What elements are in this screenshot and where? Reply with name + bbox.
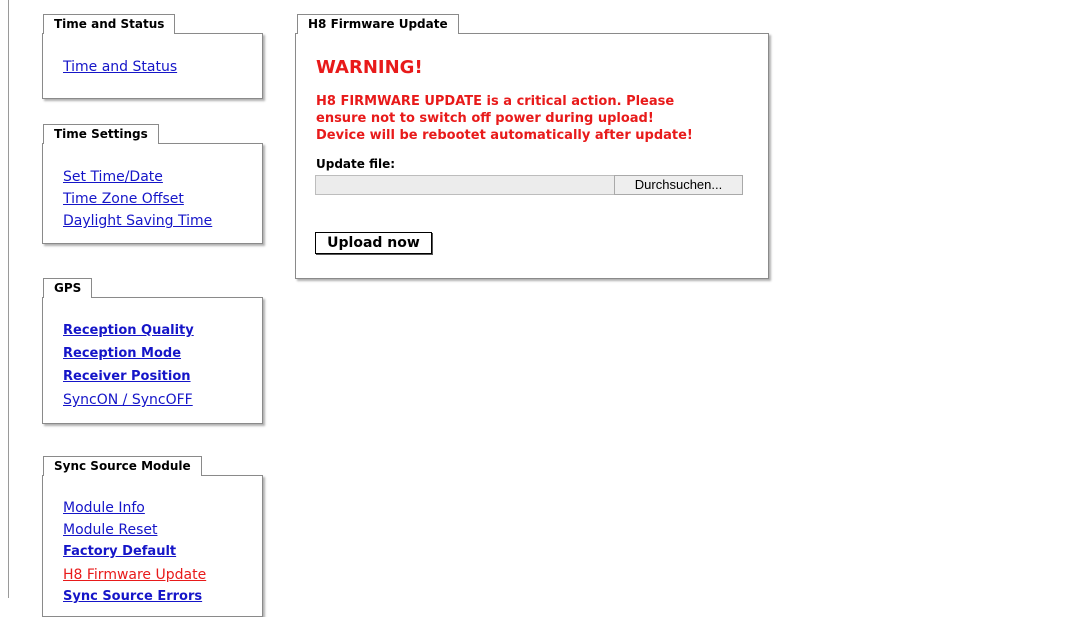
browse-button[interactable]: Durchsuchen... (614, 175, 743, 195)
link-sync-source-errors[interactable]: Sync Source Errors (63, 589, 202, 604)
link-sync-on-off[interactable]: SyncON / SyncOFF (63, 392, 193, 408)
update-file-input[interactable] (315, 175, 615, 195)
link-reception-mode[interactable]: Reception Mode (63, 346, 181, 361)
update-file-label: Update file: (316, 157, 396, 171)
warning-line-2: ensure not to switch off power during up… (316, 111, 654, 126)
warning-line-1: H8 FIRMWARE UPDATE is a critical action.… (316, 94, 675, 109)
link-set-time-date[interactable]: Set Time/Date (63, 169, 163, 185)
upload-now-button[interactable]: Upload now (315, 232, 432, 254)
link-time-and-status[interactable]: Time and Status (63, 59, 177, 75)
tab-gps[interactable]: GPS (43, 278, 93, 298)
link-daylight-saving-time[interactable]: Daylight Saving Time (63, 213, 212, 229)
tab-h8-firmware-update[interactable]: H8 Firmware Update (297, 14, 459, 34)
link-factory-default[interactable]: Factory Default (63, 544, 176, 559)
link-h8-firmware-update[interactable]: H8 Firmware Update (63, 567, 206, 583)
tab-sync-source-module[interactable]: Sync Source Module (43, 456, 202, 476)
link-module-reset[interactable]: Module Reset (63, 522, 157, 538)
warning-line-3: Device will be rebootet automatically af… (316, 128, 693, 143)
warning-title: WARNING! (316, 57, 423, 78)
link-module-info[interactable]: Module Info (63, 500, 145, 516)
link-receiver-position[interactable]: Receiver Position (63, 369, 191, 384)
tab-time-settings[interactable]: Time Settings (43, 124, 159, 144)
tab-time-and-status[interactable]: Time and Status (43, 14, 176, 34)
link-reception-quality[interactable]: Reception Quality (63, 323, 194, 338)
link-time-zone-offset[interactable]: Time Zone Offset (63, 191, 184, 207)
left-divider (8, 0, 9, 598)
